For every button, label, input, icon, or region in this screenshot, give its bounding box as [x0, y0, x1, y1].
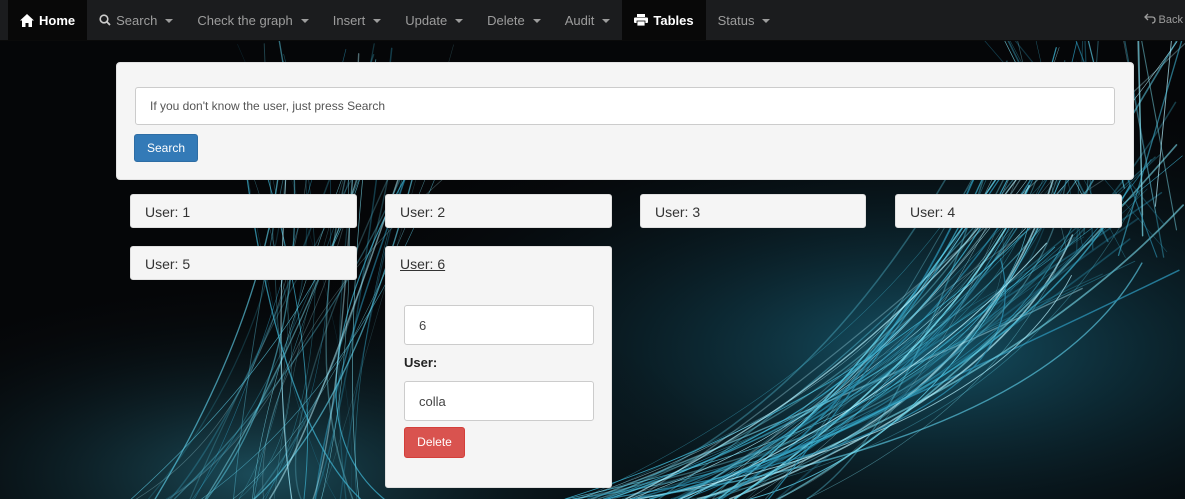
nav-home-label: Home [39, 12, 76, 28]
chevron-down-icon [602, 19, 611, 23]
chevron-down-icon [455, 19, 464, 23]
user-card-label: User: 3 [655, 204, 701, 220]
nav-check-graph-label: Check the graph [197, 12, 293, 28]
nav-audit-label: Audit [564, 12, 595, 28]
nav-search-label: Search [116, 12, 158, 28]
chevron-down-icon [300, 19, 309, 23]
user-field-label: User: [404, 355, 438, 370]
user-card-label: User: 2 [400, 204, 446, 220]
user-card-1[interactable]: User: 1 [130, 194, 357, 228]
nav-status[interactable]: Status [706, 0, 783, 40]
nav-delete-label: Delete [487, 12, 525, 28]
chevron-down-icon [532, 19, 541, 23]
delete-button[interactable]: Delete [404, 427, 465, 458]
nav-tables-label: Tables [653, 12, 694, 28]
nav-insert[interactable]: Insert [321, 0, 394, 40]
user-card-3[interactable]: User: 3 [640, 194, 866, 228]
user-card-label: User: 4 [910, 204, 956, 220]
search-panel: Search [116, 62, 1134, 180]
nav-delete[interactable]: Delete [475, 0, 553, 40]
user-id-field[interactable] [404, 305, 594, 345]
print-icon [634, 14, 649, 26]
nav-audit[interactable]: Audit [553, 0, 623, 40]
search-icon [99, 14, 111, 26]
nav-back[interactable]: Back [1143, 0, 1185, 40]
user-card-2[interactable]: User: 2 [385, 194, 612, 228]
user-name-field[interactable] [404, 381, 594, 421]
nav-tables[interactable]: Tables [622, 0, 706, 40]
user-card-label: User: 5 [145, 256, 191, 272]
chevron-down-icon [165, 19, 174, 23]
chevron-down-icon [762, 19, 771, 23]
top-navbar: Home Search Check the graph Insert Updat… [0, 0, 1185, 41]
nav-check-graph[interactable]: Check the graph [185, 0, 320, 40]
back-icon [1143, 13, 1156, 27]
user-card-4[interactable]: User: 4 [895, 194, 1122, 228]
chevron-down-icon [373, 19, 382, 23]
nav-back-label: Back [1158, 14, 1183, 26]
user-card-6-expanded: User: 6 User: Delete [385, 246, 612, 488]
user-card-6-link[interactable]: User: 6 [400, 256, 445, 272]
user-card-5[interactable]: User: 5 [130, 246, 357, 280]
nav-status-label: Status [717, 12, 755, 28]
nav-search[interactable]: Search [87, 0, 185, 40]
search-button[interactable]: Search [134, 134, 198, 162]
nav-home[interactable]: Home [8, 0, 88, 40]
nav-update-label: Update [405, 12, 448, 28]
search-input[interactable] [135, 87, 1115, 125]
home-icon [20, 13, 34, 27]
nav-update[interactable]: Update [393, 0, 475, 40]
nav-insert-label: Insert [332, 12, 366, 28]
user-card-label: User: 1 [145, 204, 191, 220]
